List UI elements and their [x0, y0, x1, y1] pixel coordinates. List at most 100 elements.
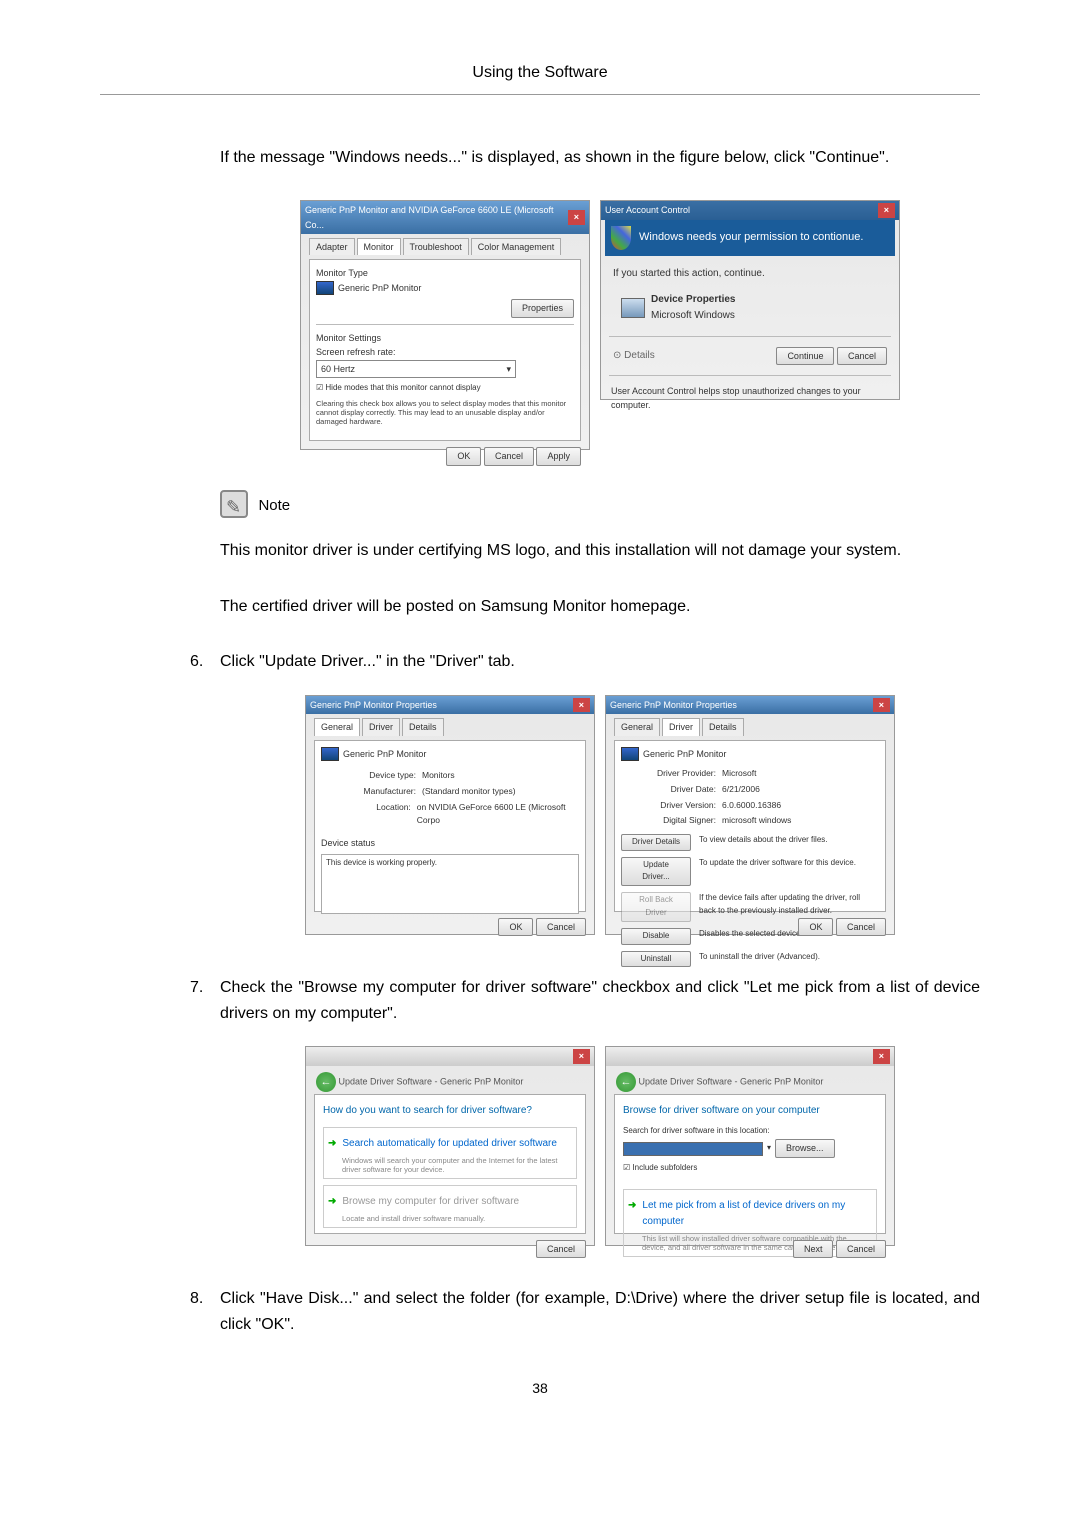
driver-properties-general: Generic PnP Monitor Properties × General… [305, 695, 595, 935]
uac-action-label: If you started this action, continue. [609, 262, 891, 286]
publisher-name: Microsoft Windows [651, 308, 736, 324]
monitor-properties-dialog: Generic PnP Monitor and NVIDIA GeForce 6… [300, 200, 590, 450]
search-location-label: Search for driver software in this locat… [623, 1125, 877, 1138]
window-title: Generic PnP Monitor and NVIDIA GeForce 6… [305, 203, 568, 232]
close-icon[interactable]: × [873, 698, 890, 712]
step-number: 8. [190, 1286, 220, 1337]
apply-button[interactable]: Apply [536, 447, 581, 465]
search-auto-option[interactable]: ➜Search automatically for updated driver… [328, 1136, 572, 1152]
monitor-icon [621, 747, 639, 761]
cancel-button[interactable]: Cancel [836, 1240, 886, 1258]
tab-details[interactable]: Details [702, 718, 744, 735]
monitor-icon [321, 747, 339, 761]
next-button[interactable]: Next [793, 1240, 834, 1258]
device-type-label: Device type: [341, 769, 416, 783]
update-driver-wizard-search: × ← Update Driver Software - Generic PnP… [305, 1046, 595, 1246]
note-section: Note [220, 490, 980, 518]
location-input[interactable] [623, 1142, 763, 1156]
tab-driver[interactable]: Driver [362, 718, 400, 735]
ok-button[interactable]: OK [498, 918, 533, 936]
pick-from-list-option[interactable]: ➜Let me pick from a list of device drive… [628, 1198, 872, 1230]
search-auto-desc: Windows will search your computer and th… [342, 1156, 572, 1174]
provider-value: Microsoft [722, 767, 756, 781]
monitor-name: Generic PnP Monitor [343, 749, 426, 759]
tab-color[interactable]: Color Management [471, 238, 562, 255]
window-title: Generic PnP Monitor Properties [310, 698, 437, 712]
driver-properties-driver: Generic PnP Monitor Properties × General… [605, 695, 895, 935]
arrow-icon: ➜ [628, 1198, 636, 1230]
driver-details-button[interactable]: Driver Details [621, 834, 691, 851]
titlebar: Generic PnP Monitor and NVIDIA GeForce 6… [301, 201, 589, 234]
tab-driver[interactable]: Driver [662, 718, 700, 735]
back-arrow-icon[interactable]: ← [616, 1072, 636, 1092]
step-7: 7. Check the "Browse my computer for dri… [190, 975, 980, 1026]
uninstall-button[interactable]: Uninstall [621, 951, 691, 968]
refresh-rate-dropdown[interactable]: 60 Hertz▾ [316, 360, 516, 378]
device-type-value: Monitors [422, 769, 455, 783]
tab-monitor[interactable]: Monitor [357, 238, 401, 255]
rollback-driver-desc: If the device fails after updating the d… [699, 892, 879, 918]
uac-footer-text: User Account Control helps stop unauthor… [609, 382, 891, 415]
window-title: User Account Control [605, 203, 690, 217]
device-properties-icon [621, 298, 645, 318]
breadcrumb: Update Driver Software - Generic PnP Mon… [639, 1076, 824, 1086]
driver-details-desc: To view details about the driver files. [699, 834, 879, 847]
browse-computer-option[interactable]: ➜Browse my computer for driver software [328, 1194, 572, 1210]
dialog-buttons: OK Cancel Apply [309, 447, 581, 465]
uninstall-desc: To uninstall the driver (Advanced). [699, 951, 879, 964]
cancel-button[interactable]: Cancel [536, 1240, 586, 1258]
close-icon[interactable]: × [573, 698, 590, 712]
manufacturer-label: Manufacturer: [341, 785, 416, 799]
continue-button[interactable]: Continue [776, 347, 834, 365]
status-label: Device status [321, 836, 579, 850]
back-arrow-icon[interactable]: ← [316, 1072, 336, 1092]
hide-modes-desc: Clearing this check box allows you to se… [316, 399, 574, 426]
manufacturer-value: (Standard monitor types) [422, 785, 516, 799]
intro-text: If the message "Windows needs..." is dis… [220, 145, 980, 171]
rollback-driver-button[interactable]: Roll Back Driver [621, 892, 691, 922]
close-icon[interactable]: × [568, 210, 585, 224]
close-icon[interactable]: × [878, 203, 895, 217]
ok-button[interactable]: OK [446, 447, 481, 465]
step-text: Click "Have Disk..." and select the fold… [220, 1286, 980, 1337]
titlebar: Generic PnP Monitor Properties × [306, 696, 594, 714]
window-title: Generic PnP Monitor Properties [610, 698, 737, 712]
note-label: Note [258, 497, 290, 514]
browse-computer-desc: Locate and install driver software manua… [342, 1214, 572, 1223]
step-number: 7. [190, 975, 220, 1026]
uac-permission-band: Windows needs your permission to contion… [605, 220, 895, 256]
tab-details[interactable]: Details [402, 718, 444, 735]
monitor-type-label: Monitor Type [316, 266, 574, 280]
ok-button[interactable]: OK [798, 918, 833, 936]
cancel-button[interactable]: Cancel [536, 918, 586, 936]
wizard-heading: How do you want to search for driver sof… [323, 1103, 577, 1119]
tab-adapter[interactable]: Adapter [309, 238, 355, 255]
version-label: Driver Version: [641, 799, 716, 813]
cancel-button[interactable]: Cancel [484, 447, 534, 465]
properties-button[interactable]: Properties [511, 299, 574, 317]
titlebar: × [306, 1047, 594, 1065]
refresh-rate-label: Screen refresh rate: [316, 345, 574, 359]
tab-panel: Generic PnP Monitor Device type: Monitors… [314, 740, 586, 912]
titlebar: User Account Control × [601, 201, 899, 219]
tab-general[interactable]: General [314, 718, 360, 735]
cancel-button[interactable]: Cancel [837, 347, 887, 365]
figure-row-1: Generic PnP Monitor and NVIDIA GeForce 6… [220, 200, 980, 450]
date-value: 6/21/2006 [722, 783, 760, 797]
chevron-down-icon: ▾ [506, 362, 511, 376]
browse-button[interactable]: Browse... [775, 1139, 835, 1157]
signer-label: Digital Signer: [641, 814, 716, 828]
monitor-name: Generic PnP Monitor [643, 749, 726, 759]
include-subfolders-checkbox[interactable]: ☑ Include subfolders [623, 1162, 877, 1175]
date-label: Driver Date: [641, 783, 716, 797]
tab-troubleshoot[interactable]: Troubleshoot [403, 238, 469, 255]
tab-panel: Generic PnP Monitor Driver Provider:Micr… [614, 740, 886, 912]
cancel-button[interactable]: Cancel [836, 918, 886, 936]
details-toggle[interactable]: Details [624, 350, 655, 361]
tab-general[interactable]: General [614, 718, 660, 735]
close-icon[interactable]: × [873, 1049, 890, 1063]
hide-modes-checkbox[interactable]: ☑ Hide modes that this monitor cannot di… [316, 382, 574, 395]
update-driver-button[interactable]: Update Driver... [621, 857, 691, 887]
disable-button[interactable]: Disable [621, 928, 691, 945]
close-icon[interactable]: × [573, 1049, 590, 1063]
